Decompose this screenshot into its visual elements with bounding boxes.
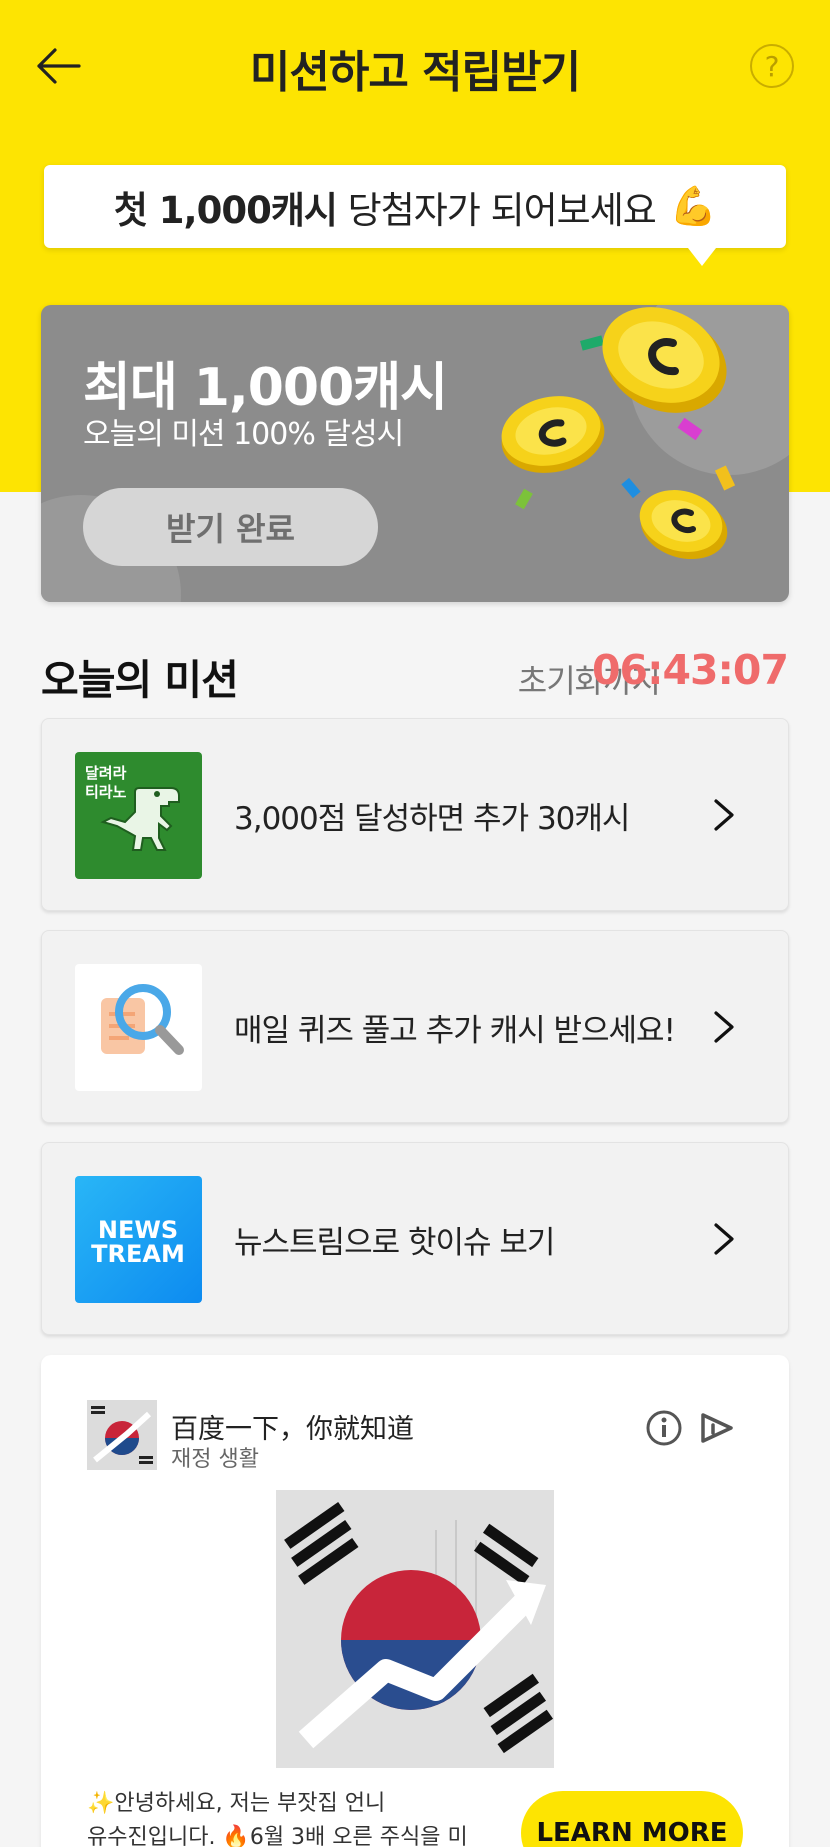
mission-item-dino-game[interactable]: 달려라 티라노 3,000점 달성하면 추가 30캐시 [41, 718, 789, 911]
reward-subtitle: 오늘의 미션 100% 달성시 [83, 417, 404, 452]
question-circle-icon: ? [764, 49, 780, 83]
flexed-arm-icon: 💪 [669, 184, 717, 228]
coin-large [602, 307, 727, 413]
reset-timer: 06:43:07 [592, 646, 789, 694]
newstream-thumbnail: NEWS TREAM [75, 1176, 202, 1303]
promo-bubble: 첫 1,000캐시 당첨자가 되어보세요 💪 [44, 165, 786, 266]
mission-label: 매일 퀴즈 풀고 추가 캐시 받으세요! [234, 1013, 676, 1049]
ad-body-text: ✨안녕하세요, 저는 부잣집 언니 유수진입니다. 🔥6월 3배 오른 주식을 … [87, 1787, 487, 1847]
korean-flag-thumbnail [87, 1400, 157, 1470]
help-button[interactable]: ? [750, 44, 794, 88]
adchoices-icon[interactable] [697, 1409, 737, 1447]
korean-flag-stock-image [276, 1490, 554, 1768]
logo-text-line-2: TREAM [91, 1240, 185, 1268]
thumb-title-line-1: 달려라 [85, 764, 127, 782]
reward-card: 최대 1,000캐시 오늘의 미션 100% 달성시 받기 완료 [41, 305, 789, 602]
thumb-title-line-2: 티라노 [85, 783, 127, 801]
chevron-right-icon [714, 799, 734, 831]
promo-rest-text: 당첨자가 되어보세요 [336, 188, 657, 232]
advertiser-avatar [87, 1400, 157, 1470]
coin-small [639, 490, 728, 560]
mission-item-daily-quiz[interactable]: 매일 퀴즈 풀고 추가 캐시 받으세요! [41, 930, 789, 1123]
bubble-tail [688, 248, 716, 266]
dinosaur-icon: 달려라 티라노 [85, 764, 180, 851]
promo-bold-text: 첫 1,000캐시 [113, 188, 338, 232]
info-circle-icon[interactable] [645, 1409, 683, 1447]
ad-category: 재정 생활 [171, 1447, 259, 1472]
ad-card[interactable]: 百度一下，你就知道 재정 생활 ✨안녕하세요, 저는 부잣집 언니 유수진입니다… [41, 1355, 789, 1847]
app-header: 미션하고 적립받기 ? [0, 0, 830, 130]
coin-medium [501, 396, 605, 473]
chevron-right-icon [714, 1223, 734, 1255]
quiz-thumbnail [75, 964, 202, 1091]
missions-section-title: 오늘의 미션 [41, 656, 239, 704]
ad-body-line-1: ✨안녕하세요, 저는 부잣집 언니 [87, 1791, 386, 1816]
dino-game-thumbnail: 달려라 티라노 [75, 752, 202, 879]
mission-label: 뉴스트림으로 핫이슈 보기 [234, 1225, 555, 1261]
mission-item-newstream[interactable]: NEWS TREAM 뉴스트림으로 핫이슈 보기 [41, 1142, 789, 1335]
ad-creative-image[interactable] [276, 1490, 554, 1768]
ad-body-line-2: 유수진입니다. 🔥6월 3배 오른 주식을 미리 [87, 1825, 468, 1847]
coins-illustration [501, 307, 736, 560]
page-title: 미션하고 적립받기 [249, 47, 581, 98]
magnifier-document-icon [101, 984, 184, 1055]
newstream-logo-icon: NEWS TREAM [91, 1216, 185, 1268]
claim-complete-button[interactable]: 받기 완료 [83, 488, 378, 566]
learn-more-button[interactable]: LEARN MORE [521, 1791, 743, 1847]
chevron-right-icon [714, 1011, 734, 1043]
mission-label: 3,000점 달성하면 추가 30캐시 [234, 801, 630, 837]
